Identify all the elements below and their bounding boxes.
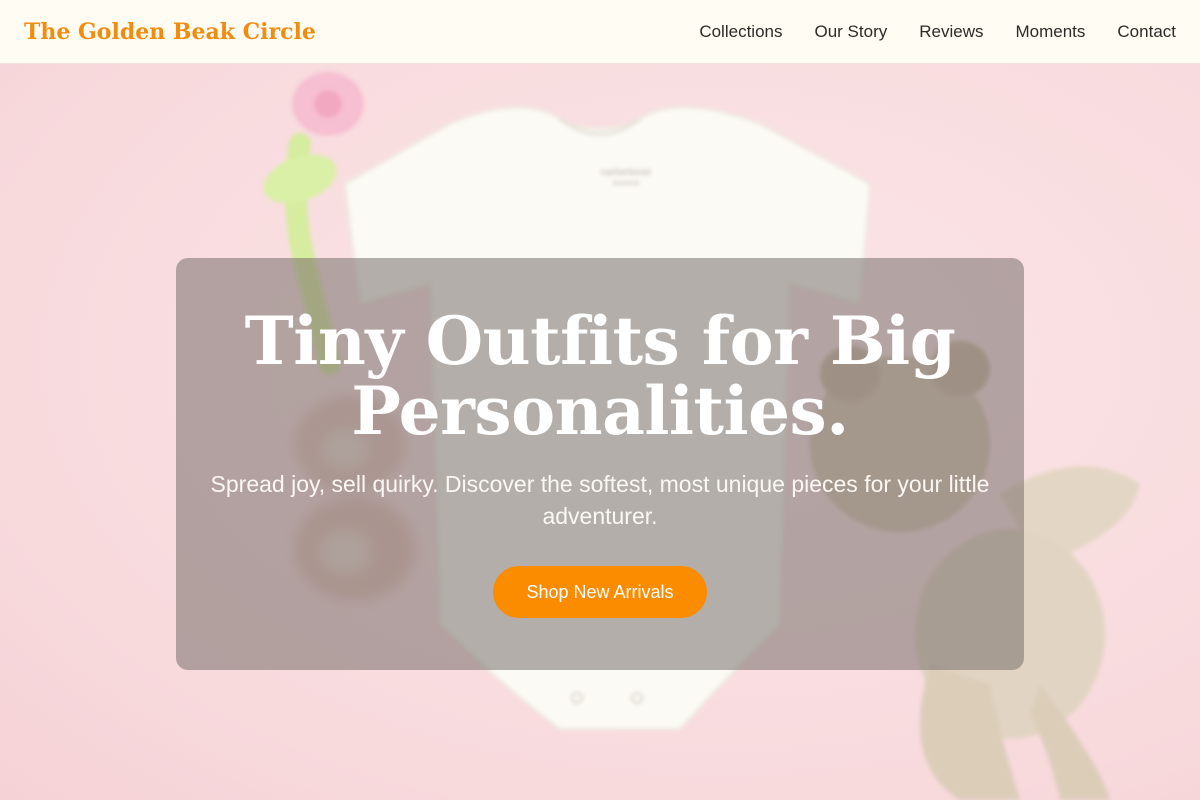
hero-headline: Tiny Outfits for Big Personalities. [244, 302, 956, 450]
nav-item-reviews[interactable]: Reviews [919, 22, 983, 42]
nav-item-our-story[interactable]: Our Story [814, 22, 887, 42]
nav-item-contact[interactable]: Contact [1117, 22, 1176, 42]
main-nav: Collections Our Story Reviews Moments Co… [699, 22, 1176, 42]
hero-overlay-card: Tiny Outfits for Big Personalities. Spre… [176, 258, 1024, 670]
brand-logo[interactable]: The Golden Beak Circle [24, 19, 316, 45]
nav-item-collections[interactable]: Collections [699, 22, 782, 42]
site-header: The Golden Beak Circle Collections Our S… [0, 0, 1200, 64]
hero-subtitle: Spread joy, sell quirky. Discover the so… [210, 471, 990, 529]
hero-section: carterlover ★★★★★ Tiny Outfits for Big P… [0, 64, 1200, 800]
shop-new-arrivals-button[interactable]: Shop New Arrivals [493, 566, 707, 618]
onesie-tag-label: carterlover [601, 168, 653, 178]
svg-text:★★★★★: ★★★★★ [613, 180, 640, 187]
nav-item-moments[interactable]: Moments [1015, 22, 1085, 42]
